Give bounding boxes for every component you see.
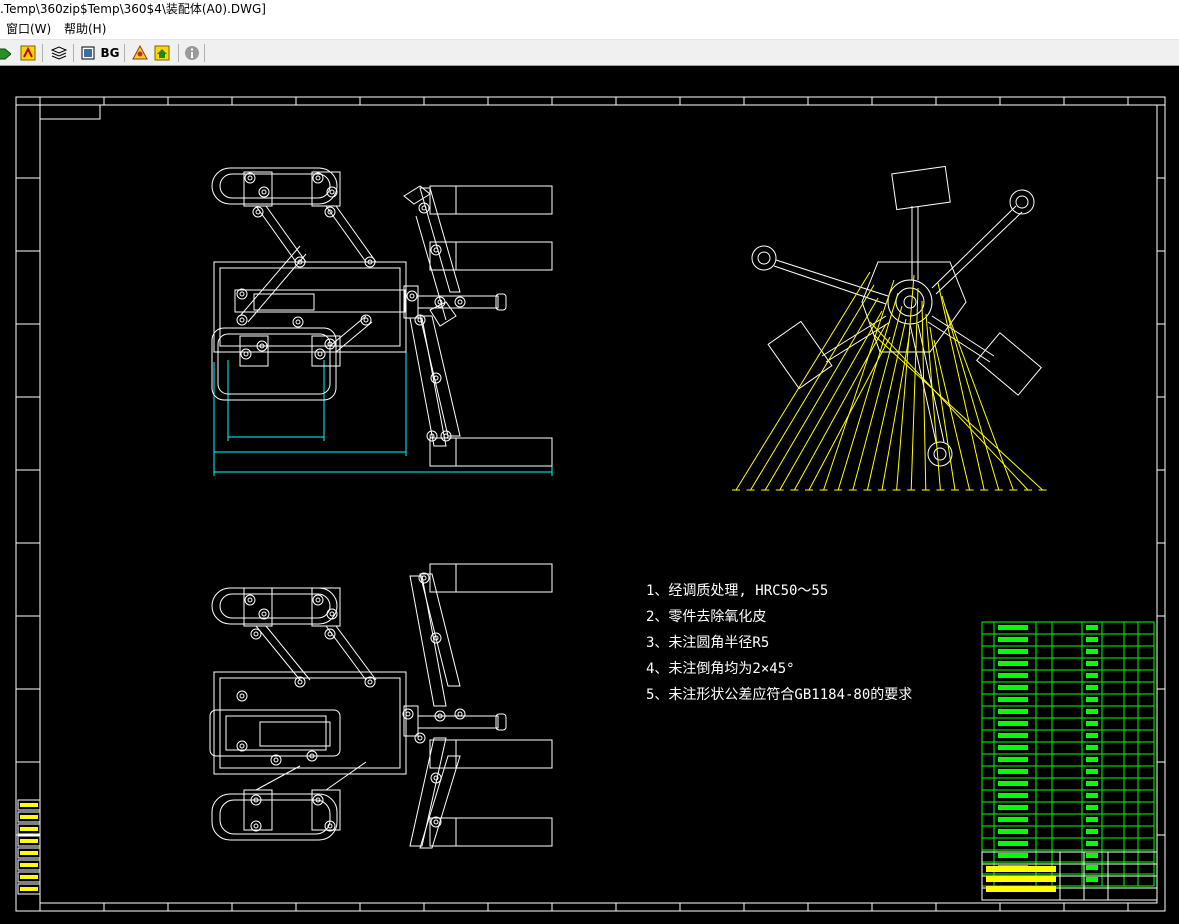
pan-zoom-icon[interactable]	[18, 43, 38, 62]
menu-bar: 窗口(W) 帮助(H)	[0, 20, 1179, 40]
assembly-drawing	[15, 96, 1166, 912]
title-block	[981, 851, 1158, 901]
drawing-canvas[interactable]: 1、经调质处理, HRC50～55 2、零件去除氧化皮 3、未注圆角半径R5 4…	[0, 66, 1179, 924]
bottom-view-bolts	[236, 572, 466, 832]
technical-note-1: 1、经调质处理, HRC50～55	[646, 583, 829, 599]
home-icon[interactable]	[152, 43, 172, 62]
user-icon[interactable]	[130, 43, 150, 62]
menu-help[interactable]: 帮助(H)	[60, 20, 110, 39]
bottom-view	[209, 563, 553, 849]
part-leader-lines	[732, 271, 1047, 491]
technical-note-4: 4、未注倒角均为2×45°	[646, 661, 795, 677]
open-icon[interactable]	[0, 43, 14, 62]
dimension-lines	[213, 292, 553, 476]
layout-icon[interactable]	[78, 43, 98, 62]
technical-note-3: 3、未注圆角半径R5	[646, 635, 770, 651]
radial-view	[751, 165, 1042, 467]
revision-table	[17, 799, 41, 895]
drawing-number-box	[39, 104, 101, 120]
window-title-bar: .Temp\360zip$Temp\360$4\装配体(A0).DWG]	[0, 0, 1179, 20]
menu-window[interactable]: 窗口(W)	[2, 20, 55, 39]
technical-note-2: 2、零件去除氧化皮	[646, 609, 767, 625]
bill-of-materials-table	[981, 621, 1155, 887]
inner-frame	[39, 104, 1158, 904]
outer-frame	[15, 96, 1166, 912]
layers-icon[interactable]	[49, 43, 69, 62]
frame-zone-ticks	[16, 97, 1165, 911]
background-toggle-button[interactable]: BG	[100, 43, 120, 62]
info-icon[interactable]	[182, 43, 202, 62]
toolbar: BG	[0, 40, 1179, 66]
window-title: .Temp\360zip$Temp\360$4\装配体(A0).DWG]	[0, 2, 266, 16]
technical-note-5: 5、未注形状公差应符合GB1184-80的要求	[646, 687, 913, 703]
